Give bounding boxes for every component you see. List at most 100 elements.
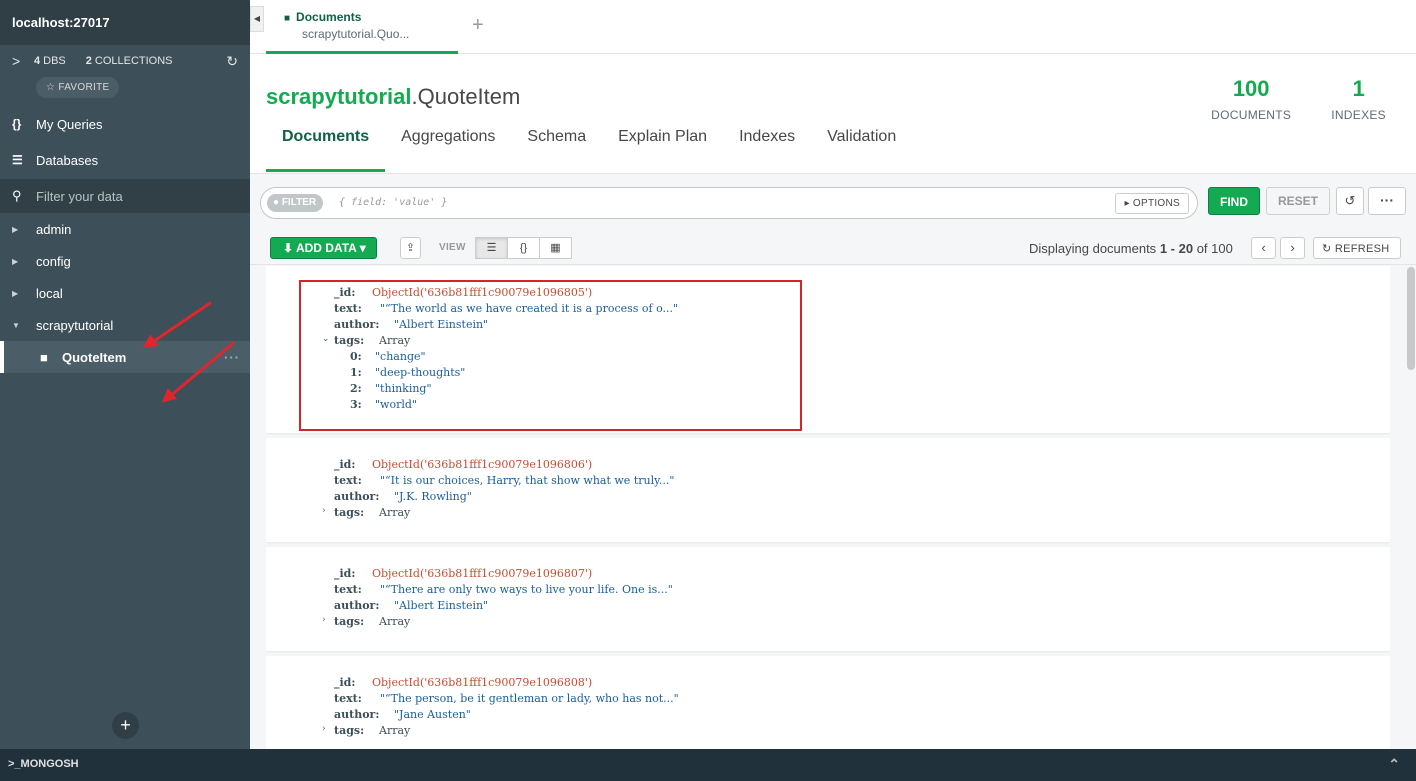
db-name: config	[36, 253, 71, 269]
document-card[interactable]: _id: ObjectId('636b81fff1c90079e1096806')…	[266, 438, 1390, 542]
my-queries-nav[interactable]: {} My Queries	[0, 106, 250, 142]
caret-down-icon: ▼	[12, 320, 20, 330]
field-key: author:	[334, 708, 380, 721]
filter-pill-text: FILTER	[281, 197, 317, 208]
document-field: author: "Albert Einstein"	[266, 318, 1390, 334]
favorite-button[interactable]: ☆ FAVORITE	[36, 77, 120, 98]
documents-count: 100	[1232, 76, 1270, 101]
braces-icon: {}	[12, 117, 22, 131]
refresh-icon[interactable]: ↻	[226, 53, 238, 70]
history-icon[interactable]: ↺	[1336, 187, 1364, 215]
array-item: 0: "change"	[266, 350, 1390, 366]
field-value: Array	[379, 334, 411, 347]
document-field: author: "Jane Austen"	[266, 708, 1390, 724]
mongosh-label: >_MONGOSH	[8, 758, 79, 770]
document-card[interactable]: _id: ObjectId('636b81fff1c90079e1096808')…	[266, 656, 1390, 749]
sidebar-item-local[interactable]: ▶ local	[0, 277, 250, 309]
add-data-button[interactable]: ⬇ ADD DATA ▾	[270, 237, 377, 259]
tab-validation[interactable]: Validation	[811, 128, 912, 172]
collection-name: QuoteItem	[62, 349, 127, 365]
field-value: "Jane Austen"	[394, 708, 471, 721]
options-label: OPTIONS	[1132, 198, 1180, 209]
chevron-right-icon[interactable]: ›	[322, 724, 326, 734]
field-value: ObjectId('636b81fff1c90079e1096807')	[372, 567, 593, 580]
filter-label: ● FILTER	[267, 194, 324, 212]
connection-host[interactable]: localhost:27017	[0, 0, 250, 45]
new-tab-icon[interactable]: +	[472, 14, 484, 37]
field-key: author:	[334, 318, 380, 331]
document-card[interactable]: _id: ObjectId('636b81fff1c90079e1096807')…	[266, 547, 1390, 651]
view-toggle: ☰ {} ▦	[475, 237, 572, 259]
tab-explain-plan[interactable]: Explain Plan	[602, 128, 723, 172]
documents-label: DOCUMENTS	[1211, 108, 1292, 122]
options-button[interactable]: ▸ OPTIONS	[1115, 193, 1189, 214]
databases-nav[interactable]: ☰ Databases	[0, 142, 250, 178]
query-bar: ● FILTER { field: 'value' } ▸ OPTIONS FI…	[250, 175, 1416, 265]
field-key: tags:	[334, 615, 365, 628]
tab-schema[interactable]: Schema	[511, 128, 602, 172]
caret-right-icon: ▸	[1124, 198, 1133, 209]
chevron-right-icon[interactable]: ›	[322, 506, 326, 516]
more-options-icon[interactable]: ···	[224, 350, 240, 365]
mongosh-bar[interactable]: >_MONGOSH ⌃	[0, 749, 1416, 781]
document-field: text: "“The world as we have created it i…	[266, 302, 1390, 318]
field-key: text:	[334, 692, 362, 705]
field-key: text:	[334, 302, 362, 315]
tab-title: Documents	[296, 10, 362, 24]
document-field: › tags: Array	[266, 506, 1390, 522]
field-value: "Albert Einstein"	[394, 318, 489, 331]
tab-documents-workspace[interactable]: ■ Documents scrapytutorial.Quo...	[266, 0, 458, 54]
field-value: ObjectId('636b81fff1c90079e1096808')	[372, 676, 593, 689]
tab-aggregations[interactable]: Aggregations	[385, 128, 511, 172]
field-key: _id:	[334, 286, 356, 299]
find-button[interactable]: FIND	[1208, 187, 1260, 215]
refresh-button[interactable]: ↻ REFRESH	[1313, 237, 1401, 259]
database-icon: ☰	[12, 153, 23, 167]
sidebar-item-config[interactable]: ▶ config	[0, 245, 250, 277]
reset-button[interactable]: RESET	[1266, 187, 1330, 215]
folder-icon: ■	[40, 349, 48, 365]
filter-input[interactable]: ● FILTER { field: 'value' } ▸ OPTIONS	[260, 187, 1198, 219]
sidebar: localhost:27017 > 4 DBS 2 COLLECTIONS ↻ ☆ …	[0, 0, 250, 749]
table-view-icon[interactable]: ▦	[539, 237, 572, 259]
export-icon[interactable]: ⇪	[400, 237, 421, 259]
document-field: ⌄ tags: Array	[266, 334, 1390, 350]
field-key: _id:	[334, 458, 356, 471]
caret-down-icon: ▾	[356, 241, 366, 255]
db-name[interactable]: scrapytutorial	[266, 84, 412, 109]
list-view-icon[interactable]: ☰	[475, 237, 508, 259]
array-index: 2:	[350, 382, 362, 395]
tab-documents[interactable]: Documents	[266, 128, 386, 172]
document-field: › tags: Array	[266, 615, 1390, 631]
field-value: "“It is our choices, Harry, that show wh…	[380, 474, 675, 487]
field-key: text:	[334, 474, 362, 487]
db-name: admin	[36, 221, 72, 237]
array-item: 3: "world"	[266, 398, 1390, 414]
download-icon: ⬇	[283, 241, 296, 255]
scrollbar-thumb[interactable]	[1407, 267, 1415, 370]
chevron-right-icon[interactable]: >	[12, 53, 22, 69]
more-options-button[interactable]: ···	[1368, 187, 1406, 215]
add-database-button[interactable]: +	[112, 712, 139, 739]
sidebar-item-admin[interactable]: ▶ admin	[0, 213, 250, 245]
document-card[interactable]: _id: ObjectId('636b81fff1c90079e1096805')…	[266, 266, 1390, 433]
next-page-icon[interactable]: ›	[1280, 237, 1305, 259]
previous-page-icon[interactable]: ‹	[1251, 237, 1276, 259]
dbs-count: 4	[34, 55, 41, 67]
collections-label: COLLECTIONS	[94, 55, 173, 67]
chevron-up-icon[interactable]: ⌃	[1388, 756, 1400, 773]
field-key: _id:	[334, 676, 356, 689]
tab-indexes[interactable]: Indexes	[723, 128, 811, 172]
field-value: Array	[379, 506, 411, 519]
db-name: scrapytutorial	[36, 317, 114, 333]
json-view-icon[interactable]: {}	[507, 237, 540, 259]
field-value: "“The person, be it gentleman or lady, w…	[380, 692, 679, 705]
field-value: ObjectId('636b81fff1c90079e1096805')	[372, 286, 593, 299]
document-field: author: "Albert Einstein"	[266, 599, 1390, 615]
sidebar-item-scrapytutorial[interactable]: ▼ scrapytutorial	[0, 309, 250, 341]
sidebar-filter-input[interactable]: ⚲ Filter your data	[0, 179, 250, 213]
chevron-down-icon[interactable]: ⌄	[322, 334, 330, 344]
db-name: local	[36, 285, 63, 301]
collapse-sidebar-icon[interactable]: ◀	[250, 6, 264, 32]
chevron-right-icon[interactable]: ›	[322, 615, 326, 625]
